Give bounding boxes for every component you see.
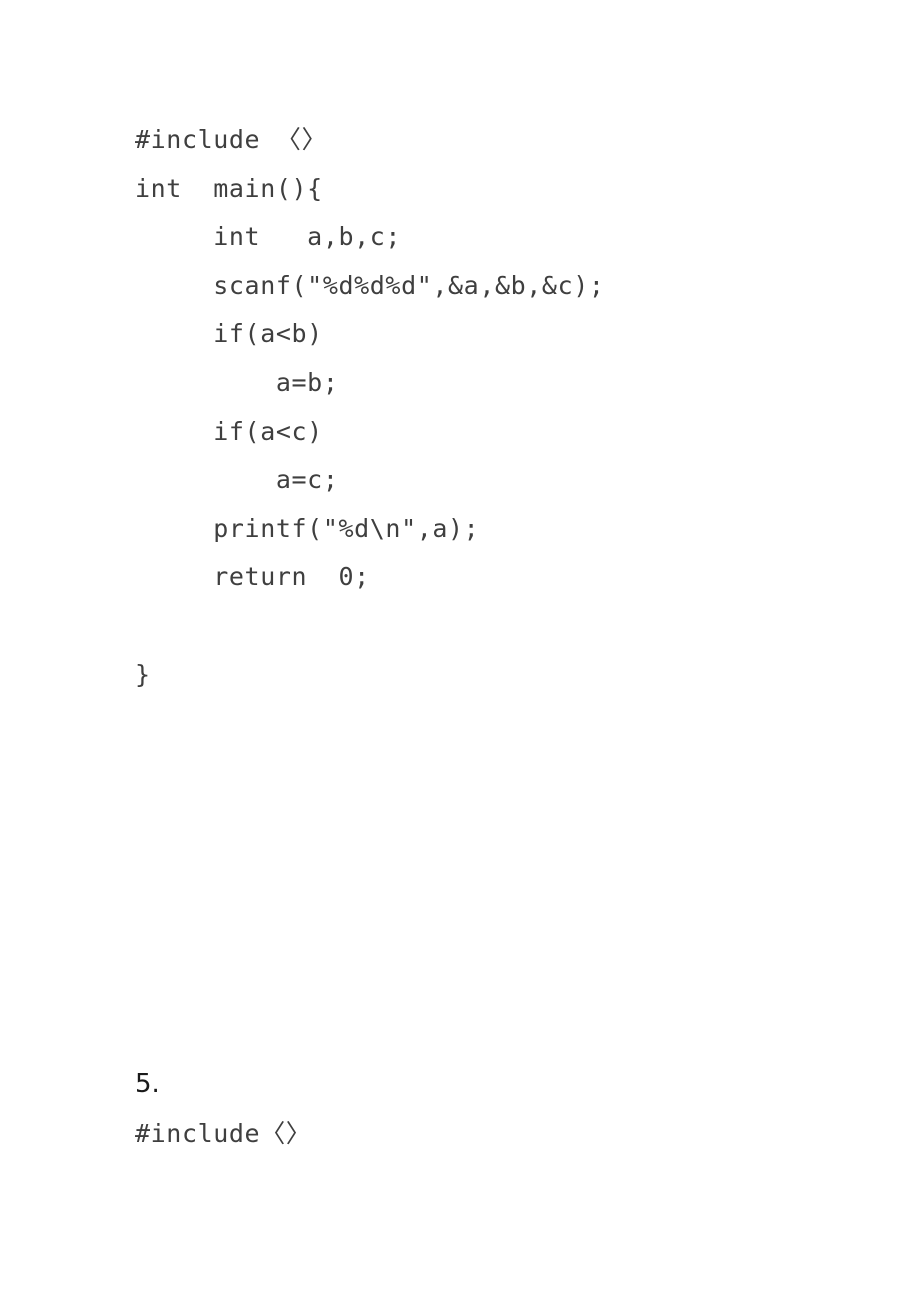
code-line: } (135, 659, 151, 689)
code-line: #include 〈〉 (135, 125, 328, 154)
section-number: 5. (135, 1069, 160, 1099)
code-line: int main(){ (135, 173, 323, 203)
code-line: a=b; (135, 367, 339, 397)
document-page: #include 〈〉 int main(){ int a,b,c; scanf… (0, 0, 920, 1302)
code-line: if(a<b) (135, 319, 323, 349)
code-line: scanf("%d%d%d",&a,&b,&c); (135, 270, 605, 300)
code-line: #include〈〉 (135, 1119, 312, 1148)
code-line: printf("%d\n",a); (135, 513, 480, 543)
code-line: a=c; (135, 465, 339, 495)
code-line: int a,b,c; (135, 222, 402, 252)
code-line: return 0; (135, 562, 370, 592)
code-line: if(a<c) (135, 416, 323, 446)
c-code-block: #include 〈〉 int main(){ int a,b,c; scanf… (135, 116, 835, 699)
